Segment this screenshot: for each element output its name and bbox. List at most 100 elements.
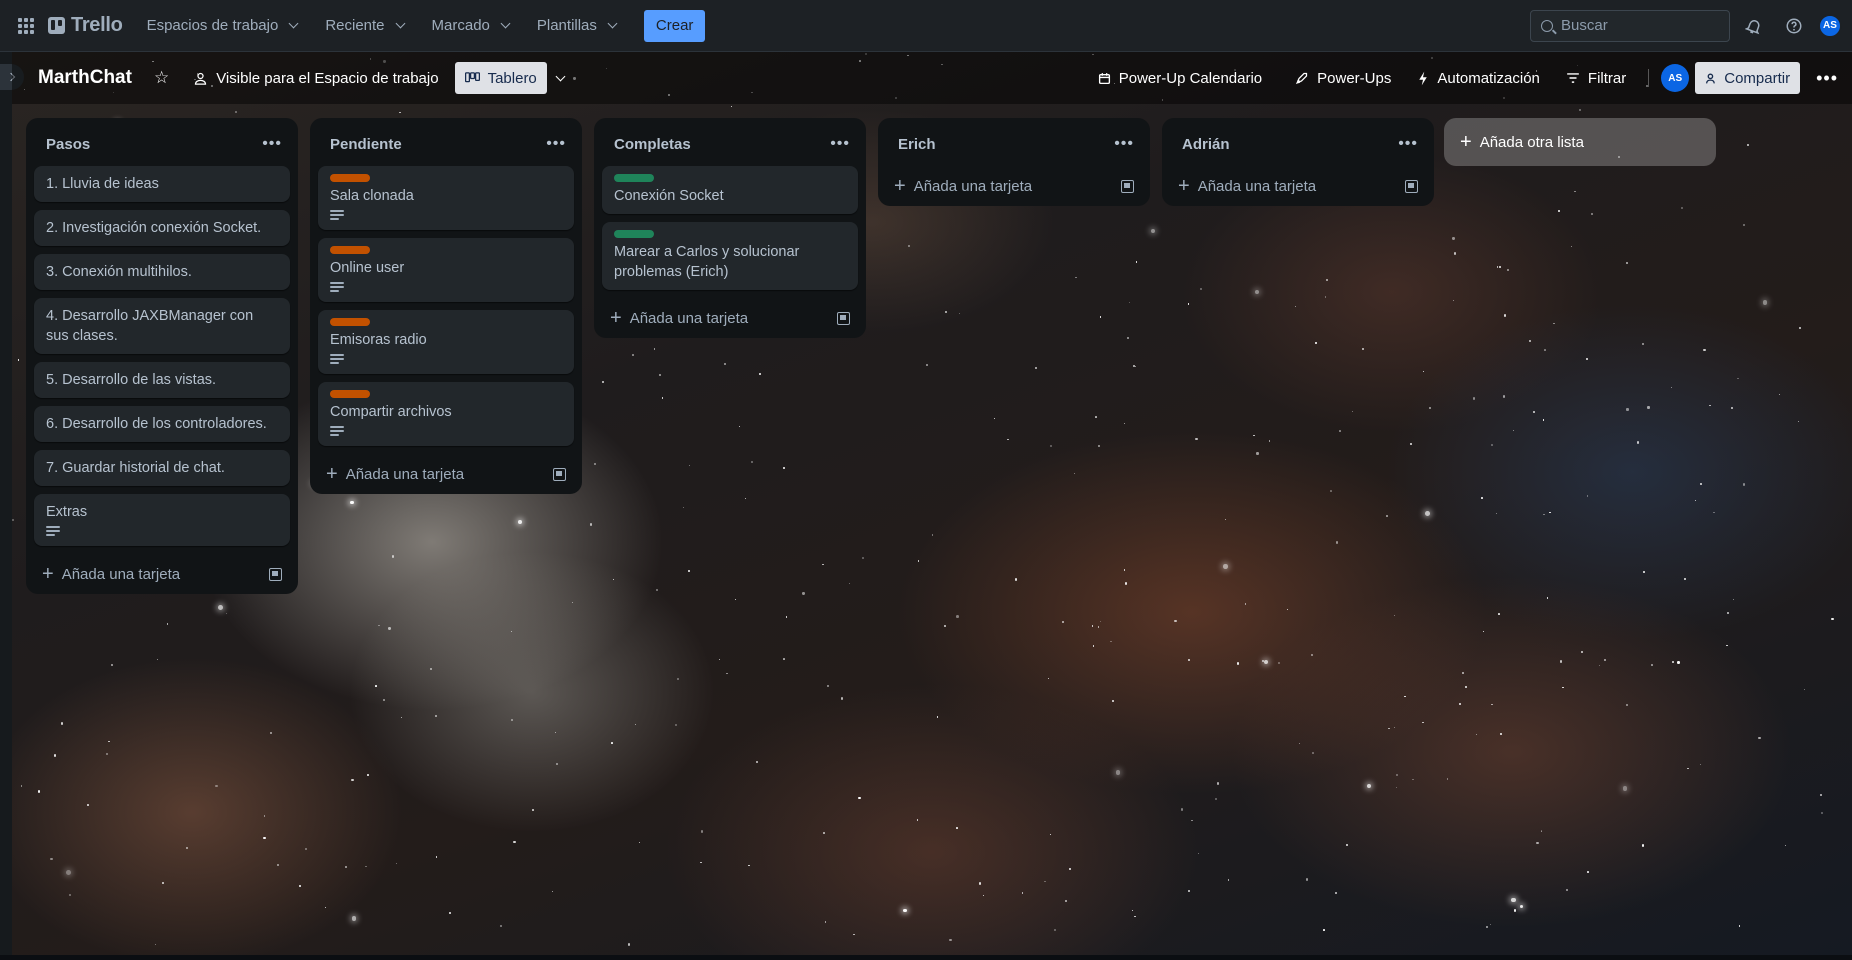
notifications-button[interactable] [1738,10,1770,42]
star-decoration [430,668,433,671]
card[interactable]: Conexión Socket [602,166,858,214]
add-card-button[interactable]: + Añada una tarjeta [318,454,574,494]
powerup-calendar-button[interactable]: Power-Up Calendario [1088,62,1272,94]
star-decoration [1132,364,1135,367]
star-decoration [1367,783,1372,789]
card-label-green[interactable] [614,230,654,238]
card[interactable]: 1. Lluvia de ideas [34,166,290,202]
list-menu-icon[interactable]: ••• [262,135,282,153]
star-decoration [1536,841,1539,844]
share-button[interactable]: Compartir [1695,62,1801,94]
star-decoration [365,865,367,868]
list-menu-icon[interactable]: ••• [546,135,566,153]
board-title[interactable]: MarthChat [38,67,132,89]
list-title[interactable]: Completas [614,136,691,153]
card[interactable]: Marear a Carlos y solucionar problemas (… [602,222,858,290]
star-decoration [1713,511,1716,514]
star-decoration [675,724,678,727]
card[interactable]: 4. Desarrollo JAXBManager con sus clases… [34,298,290,354]
star-decoration [1061,621,1064,623]
star-icon[interactable]: ☆ [154,68,169,88]
create-button[interactable]: Crear [643,9,706,42]
star-decoration [1047,678,1049,680]
powerups-button[interactable]: Power-Ups [1284,62,1401,94]
star-decoration [1491,443,1493,446]
star-decoration [532,808,535,811]
star-decoration [1626,704,1628,706]
card-label-orange[interactable] [330,390,370,398]
add-card-button[interactable]: + Añada una tarjeta [34,554,290,594]
star-decoration [858,797,861,800]
star-decoration [1490,703,1493,706]
board-member-avatar[interactable]: AS [1661,64,1690,92]
plus-icon: + [42,563,54,585]
add-list-button[interactable]: + Añada otra lista [1444,118,1716,166]
star-decoration [20,785,22,787]
list-erich[interactable]: Erich ••• + Añada una tarjeta [878,118,1150,206]
card-label-orange[interactable] [330,246,370,254]
card-template-icon[interactable] [269,567,282,581]
card[interactable]: Compartir archivos [318,382,574,446]
card[interactable]: 3. Conexión multihilos. [34,254,290,290]
menu-recent[interactable]: Reciente [313,10,419,42]
star-decoration [750,461,753,464]
menu-starred[interactable]: Marcado [420,10,525,42]
card[interactable]: 6. Desarrollo de los controladores. [34,406,290,442]
card-label-orange[interactable] [330,318,370,326]
help-button[interactable] [1778,10,1810,42]
card[interactable]: Extras [34,494,290,546]
horizontal-scrollbar[interactable] [0,955,1852,960]
list-completas[interactable]: Completas ••• Conexión Socket Marear a C… [594,118,866,338]
card[interactable]: 2. Investigación conexión Socket. [34,210,290,246]
card-template-icon[interactable] [837,311,850,325]
star-decoration [264,815,266,817]
trello-logo[interactable]: Trello [48,10,123,42]
list-pendiente[interactable]: Pendiente ••• Sala clonada Online user E… [310,118,582,494]
card[interactable]: Emisoras radio [318,310,574,374]
card-label-green[interactable] [614,174,654,182]
card[interactable]: Online user [318,238,574,302]
list-title[interactable]: Pasos [46,136,90,153]
list-menu-icon[interactable]: ••• [830,135,850,153]
menu-workspaces[interactable]: Espacios de trabajo [135,10,314,42]
add-card-button[interactable]: + Añada una tarjeta [1170,166,1426,206]
card-title: 5. Desarrollo de las vistas. [46,372,217,388]
list-title[interactable]: Adrián [1182,136,1230,153]
list-pasos[interactable]: Pasos ••• 1. Lluvia de ideas 2. Investig… [26,118,298,594]
card-template-icon[interactable] [1405,179,1418,193]
star-decoration [375,685,377,687]
star-decoration [53,754,57,757]
list-menu-icon[interactable]: ••• [1114,135,1134,153]
chevron-down-icon [555,71,566,81]
star-decoration [345,865,348,869]
view-board-button[interactable]: Tablero [454,62,547,94]
star-decoration [917,819,919,821]
search-input[interactable]: Buscar [1530,9,1730,42]
app-switcher-button[interactable] [10,10,42,42]
board-menu-icon[interactable]: ••• [1816,68,1838,89]
list-menu-icon[interactable]: ••• [1398,135,1418,153]
star-decoration [1579,108,1582,111]
people-icon [195,72,207,85]
card-template-icon[interactable] [553,467,566,481]
visibility-button[interactable]: Visible para el Espacio de trabajo [183,62,448,94]
star-decoration [1325,278,1329,282]
star-decoration [86,804,89,806]
card-template-icon[interactable] [1121,179,1134,193]
card[interactable]: Sala clonada [318,166,574,230]
card-label-orange[interactable] [330,174,370,182]
list-title[interactable]: Pendiente [330,136,402,153]
automation-button[interactable]: Automatización [1407,62,1550,94]
user-avatar[interactable]: AS [1818,13,1842,38]
menu-templates[interactable]: Plantillas [525,10,632,42]
star-decoration [1393,615,1396,617]
add-card-button[interactable]: + Añada una tarjeta [602,298,858,338]
star-decoration [1571,246,1573,248]
add-card-button[interactable]: + Añada una tarjeta [886,166,1142,206]
view-switcher-button[interactable] [547,62,574,94]
card[interactable]: 5. Desarrollo de las vistas. [34,362,290,398]
filter-button[interactable]: Filtrar [1556,62,1636,94]
list-adrian[interactable]: Adrián ••• + Añada una tarjeta [1162,118,1434,206]
card[interactable]: 7. Guardar historial de chat. [34,450,290,486]
list-title[interactable]: Erich [898,136,936,153]
